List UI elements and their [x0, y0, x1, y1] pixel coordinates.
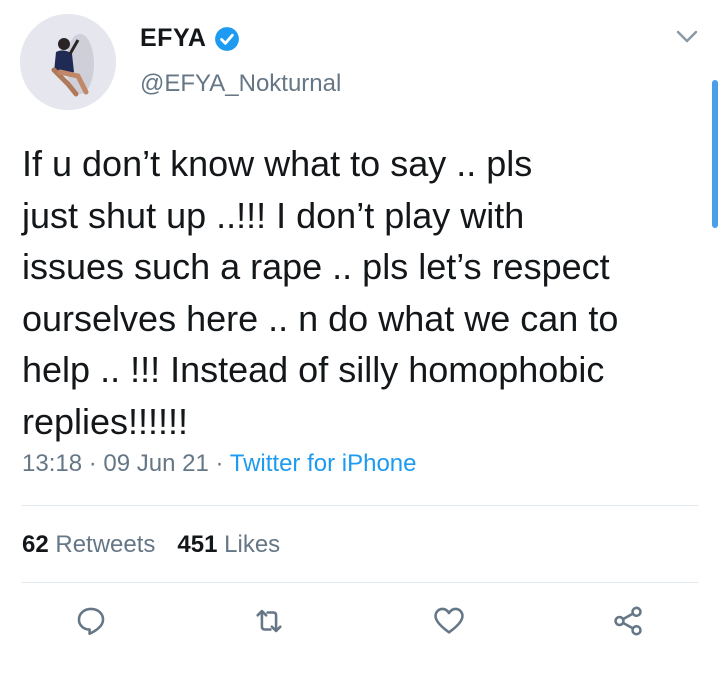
retweets-stat[interactable]: 62 Retweets — [22, 531, 155, 559]
share-button[interactable] — [611, 604, 645, 638]
avatar-photo — [20, 14, 116, 110]
tweet-stats: 62 Retweets 451 Likes — [22, 531, 280, 559]
tweet-date: 09 Jun 21 — [103, 450, 209, 477]
reply-button[interactable] — [74, 604, 108, 638]
action-bar — [0, 604, 720, 644]
share-icon — [614, 606, 642, 636]
reply-icon — [77, 607, 105, 636]
display-name[interactable]: EFYA — [140, 24, 206, 53]
likes-count: 451 — [177, 531, 218, 558]
tweet-source-link[interactable]: Twitter for iPhone — [230, 450, 417, 477]
divider — [22, 505, 698, 506]
user-handle[interactable]: @EFYA_Nokturnal — [140, 70, 341, 98]
retweet-button[interactable] — [252, 604, 286, 638]
tweet-text: If u don’t know what to say .. pls just … — [22, 143, 619, 442]
meta-separator: · — [215, 450, 224, 477]
retweet-icon — [256, 609, 282, 633]
verified-badge-icon — [215, 26, 240, 51]
like-button[interactable] — [432, 604, 466, 638]
avatar[interactable] — [20, 14, 116, 110]
heart-icon — [434, 607, 464, 634]
chevron-down-icon[interactable] — [676, 30, 698, 44]
likes-label: Likes — [224, 531, 281, 558]
name-row: EFYA — [140, 24, 240, 53]
retweets-label: Retweets — [55, 531, 156, 558]
tweet-meta: 13:18 · 09 Jun 21 · Twitter for iPhone — [22, 450, 416, 478]
tweet-time: 13:18 — [22, 450, 83, 477]
scrollbar[interactable] — [712, 80, 718, 228]
meta-separator: · — [88, 450, 97, 477]
divider — [22, 582, 698, 583]
likes-stat[interactable]: 451 Likes — [177, 531, 280, 559]
retweets-count: 62 — [22, 531, 49, 558]
